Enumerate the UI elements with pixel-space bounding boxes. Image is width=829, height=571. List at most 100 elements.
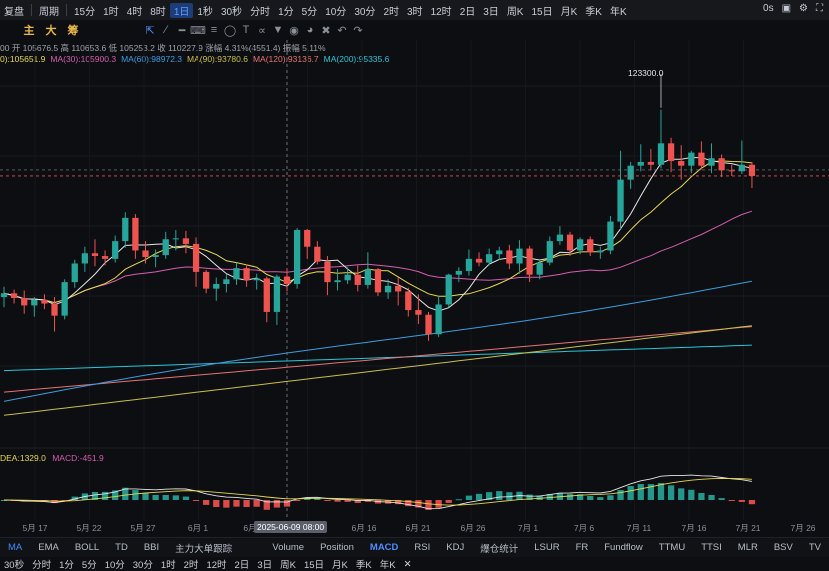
sub-indicator-tab[interactable]: KDJ xyxy=(438,542,472,553)
candle-body xyxy=(283,276,291,284)
macd-bar xyxy=(455,499,462,501)
bottom-timeframe-item[interactable]: 1分 xyxy=(55,557,78,571)
candle-body xyxy=(698,152,705,166)
candle-body xyxy=(647,161,655,165)
ma60-line xyxy=(3,280,752,402)
macd-bar xyxy=(203,500,210,505)
bottom-timeframe-item[interactable]: 30分 xyxy=(129,557,157,571)
candle-body xyxy=(152,255,159,257)
macd-bar xyxy=(566,494,574,500)
candle-body xyxy=(213,283,220,289)
bottom-timeframe-item[interactable]: 30秒 xyxy=(0,557,28,571)
sub-indicator-tab[interactable]: MLR xyxy=(730,542,766,553)
main-indicator-tab[interactable]: 主力大单跟踪 xyxy=(167,541,240,555)
main-indicator-tab[interactable]: BBI xyxy=(136,542,167,553)
candle-body xyxy=(536,262,543,275)
candle-body xyxy=(81,253,88,264)
date-tick: 5月 22 xyxy=(76,523,102,533)
dea-value: DEA:1329.0 xyxy=(0,453,46,463)
main-indicator-tab[interactable]: BOLL xyxy=(67,542,107,553)
bottom-timeframe-item[interactable]: 5分 xyxy=(78,557,101,571)
macd-bar xyxy=(182,496,190,500)
bottom-timeframe-item[interactable]: 15日 xyxy=(300,557,328,571)
candle-body xyxy=(41,299,48,304)
date-axis: 5月 17 5月 22 5月 27 6月 1 6月 6月 16 6月 21 6月 26 7月 1… xyxy=(0,521,829,535)
sub-indicator-tab[interactable]: LSUR xyxy=(526,542,567,553)
candle-body xyxy=(455,270,462,275)
macd-bar xyxy=(172,495,179,500)
macd-bar xyxy=(475,493,483,500)
date-tick: 7月 26 xyxy=(790,523,816,533)
sub-indicator-tab[interactable]: RSI xyxy=(406,542,438,553)
indicator-bar: MA EMA BOLL TD BBI 主力大单跟踪 Volume Position MACD RS… xyxy=(0,537,829,557)
close-icon[interactable]: ✕ xyxy=(400,559,416,570)
sub-indicator-tab[interactable]: TTSI xyxy=(693,542,730,553)
sub-indicator-tab[interactable]: Position xyxy=(312,542,362,553)
candle-body xyxy=(688,152,695,166)
main-indicator-tab[interactable]: MA xyxy=(0,542,30,553)
candle-body xyxy=(395,285,402,292)
candle-body xyxy=(556,234,564,242)
candle-body xyxy=(182,238,190,244)
sub-indicator-tab[interactable]: TV xyxy=(801,542,829,553)
macd-bar xyxy=(324,500,331,501)
macd-bar xyxy=(213,500,220,508)
candle-body xyxy=(203,271,210,289)
date-tick: 5月 17 xyxy=(22,523,48,533)
sub-indicator-tab[interactable]: Volume xyxy=(264,542,312,553)
candle-body xyxy=(172,238,179,240)
candle-body xyxy=(364,269,371,285)
bottom-timeframe-item[interactable]: 12时 xyxy=(202,557,230,571)
macd-bar xyxy=(708,494,715,500)
bottom-timeframe-item[interactable]: 3日 xyxy=(253,557,276,571)
candle-body xyxy=(31,299,38,306)
candle-body xyxy=(617,179,624,222)
bottom-timeframe-item[interactable]: 分时 xyxy=(28,557,55,571)
candle-body xyxy=(678,161,685,166)
macd-bar xyxy=(253,500,260,507)
sub-indicator-tab[interactable]: MACD xyxy=(362,542,407,553)
candle-body xyxy=(667,143,675,162)
price-chart[interactable] xyxy=(0,0,829,571)
date-tick: 6月 21 xyxy=(405,523,431,533)
candle-body xyxy=(132,217,139,251)
macd-bar xyxy=(132,490,139,500)
macd-bar xyxy=(233,500,240,507)
macd-bar xyxy=(445,500,452,503)
candle-body xyxy=(243,268,250,281)
sub-indicator-tab[interactable]: Fundflow xyxy=(596,542,651,553)
bottom-timeframe-item[interactable]: 周K xyxy=(276,557,300,571)
candle-body xyxy=(496,250,503,255)
bottom-timeframe-item[interactable]: 2时 xyxy=(180,557,203,571)
bottom-timeframe-item[interactable]: 1时 xyxy=(157,557,180,571)
macd-bar xyxy=(678,488,685,500)
candle-body xyxy=(576,239,584,251)
candle-body xyxy=(344,274,351,281)
candle-body xyxy=(162,239,169,256)
date-tick: 6月 16 xyxy=(351,523,377,533)
bottom-timeframe-item[interactable]: 年K xyxy=(376,557,400,571)
candle-body xyxy=(637,161,644,166)
candle-body xyxy=(334,280,341,283)
sub-indicator-tab[interactable]: BSV xyxy=(766,542,801,553)
macd-bar xyxy=(607,495,614,500)
candle-body xyxy=(314,246,321,262)
date-tick: 6月 26 xyxy=(460,523,486,533)
macd-bar xyxy=(243,500,250,508)
bottom-timeframe-item[interactable]: 10分 xyxy=(101,557,129,571)
candle-body xyxy=(728,170,735,172)
crosshair-date-label: 2025-06-09 08:00 xyxy=(254,521,328,533)
sub-indicator-tab[interactable]: TTMU xyxy=(651,542,693,553)
candle-body xyxy=(253,278,260,281)
bottom-timeframe-item[interactable]: 2日 xyxy=(231,557,254,571)
macd-bar xyxy=(698,493,705,500)
sub-indicator-tab[interactable]: FR xyxy=(568,542,597,553)
date-tick: 7月 6 xyxy=(573,523,595,533)
candle-body xyxy=(293,229,301,284)
main-indicator-tab[interactable]: EMA xyxy=(30,542,67,553)
candle-body xyxy=(233,268,240,280)
bottom-timeframe-item[interactable]: 月K xyxy=(328,557,352,571)
sub-indicator-tab[interactable]: 爆仓统计 xyxy=(472,541,526,555)
bottom-timeframe-item[interactable]: 季K xyxy=(352,557,376,571)
main-indicator-tab[interactable]: TD xyxy=(107,542,136,553)
